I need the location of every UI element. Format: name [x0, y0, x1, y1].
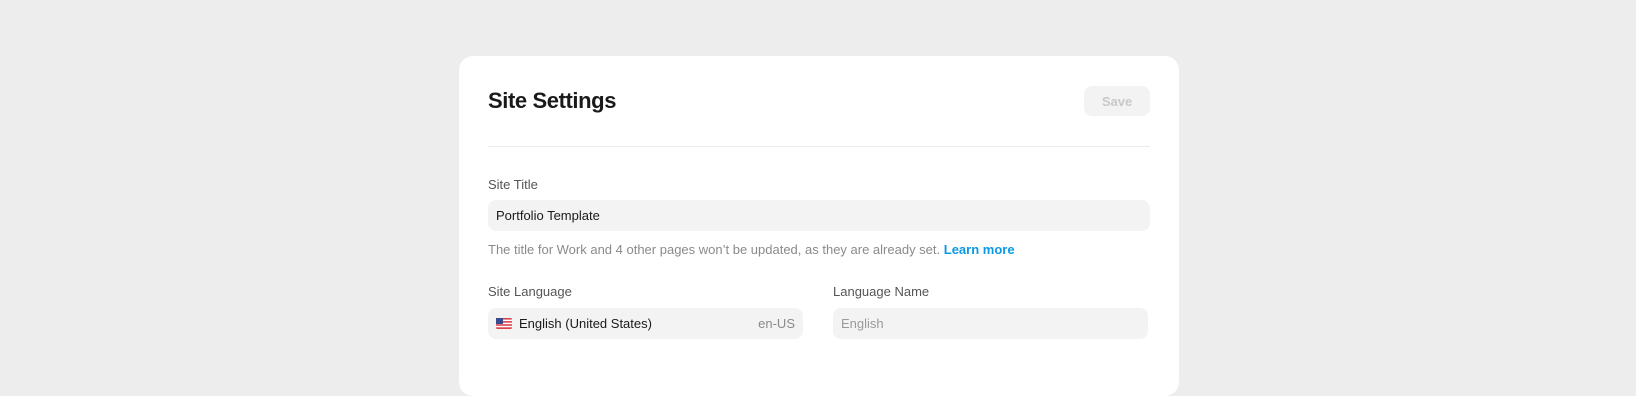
panel-header: Site Settings Save [488, 56, 1150, 147]
site-language-label: Site Language [488, 284, 572, 299]
site-title-label: Site Title [488, 177, 538, 192]
site-language-column: Site Language English (United States) en… [488, 284, 803, 339]
language-section: Site Language English (United States) en… [488, 284, 1150, 339]
language-name-column: Language Name English [833, 284, 1148, 339]
site-language-value: English (United States) [519, 316, 652, 331]
site-language-code: en-US [758, 316, 795, 331]
site-language-select[interactable]: English (United States) en-US [488, 308, 803, 339]
page-title: Site Settings [488, 88, 617, 113]
site-title-section: Site Title Portfolio Template The title … [488, 177, 1150, 257]
helper-text: The title for Work and 4 other pages won… [488, 242, 941, 257]
site-title-input[interactable]: Portfolio Template [488, 200, 1150, 231]
site-title-value: Portfolio Template [496, 208, 600, 223]
us-flag-icon [496, 318, 512, 329]
site-title-helper-text: The title for Work and 4 other pages won… [488, 242, 1150, 257]
save-button[interactable]: Save [1084, 86, 1150, 116]
language-name-label: Language Name [833, 284, 930, 299]
language-name-placeholder: English [841, 316, 884, 331]
site-settings-panel: Site Settings Save Site Title Portfolio … [459, 56, 1179, 396]
language-name-input[interactable]: English [833, 308, 1148, 339]
learn-more-link[interactable]: Learn more [944, 242, 1015, 257]
